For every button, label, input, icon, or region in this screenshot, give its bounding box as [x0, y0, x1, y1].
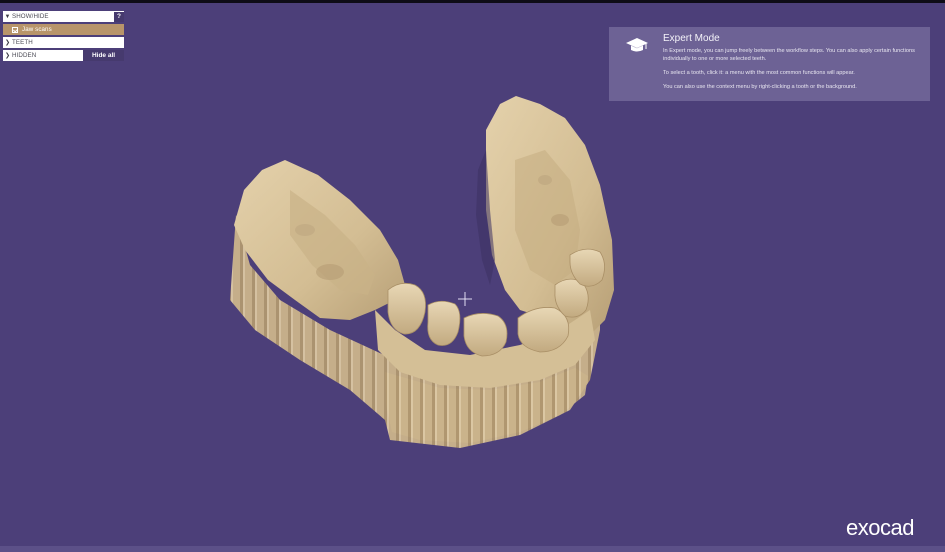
hidden-section[interactable]: ❯ HIDDEN Hide all: [3, 50, 124, 61]
checkbox-checked-icon[interactable]: [12, 26, 18, 33]
expert-paragraph-3: You can also use the context menu by rig…: [663, 84, 857, 91]
help-button[interactable]: ?: [114, 11, 124, 22]
expert-mode-title: Expert Mode: [663, 33, 720, 44]
chevron-right-icon[interactable]: ❯: [3, 52, 12, 59]
expert-paragraph-1: In Expert mode, you can jump freely betw…: [663, 48, 915, 62]
crosshair-cursor-icon: [458, 292, 472, 306]
teeth-label: TEETH: [12, 39, 33, 46]
graduation-cap-icon: [626, 38, 648, 52]
jaw-scan-model[interactable]: [230, 96, 614, 448]
hide-all-button[interactable]: Hide all: [83, 50, 124, 61]
show-hide-panel: ▼ SHOW/HIDE ? Jaw scans ❯ TEETH ❯ HIDDEN…: [3, 11, 124, 63]
exocad-logo: exocad: [846, 515, 914, 540]
jaw-scans-item[interactable]: Jaw scans: [3, 24, 124, 35]
show-hide-label: SHOW/HIDE: [12, 13, 49, 20]
jaw-scans-label: Jaw scans: [22, 26, 52, 33]
expert-paragraph-2: To select a tooth, click it: a menu with…: [663, 70, 855, 77]
hidden-label: HIDDEN: [12, 52, 37, 59]
window-bottom-edge: [0, 546, 945, 552]
show-hide-header[interactable]: ▼ SHOW/HIDE ?: [3, 11, 124, 22]
chevron-down-icon[interactable]: ▼: [3, 14, 12, 20]
chevron-right-icon[interactable]: ❯: [3, 39, 12, 46]
teeth-section[interactable]: ❯ TEETH: [3, 37, 124, 48]
expert-mode-description: In Expert mode, you can jump freely betw…: [663, 48, 921, 92]
expert-mode-panel: Expert Mode In Expert mode, you can jump…: [609, 27, 930, 101]
